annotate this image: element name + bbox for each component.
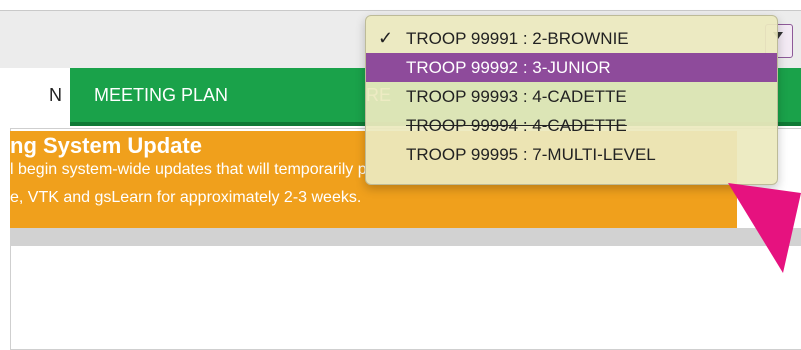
troop-option-label: TROOP 99992 : 3-JUNIOR: [406, 58, 611, 77]
tab-meeting-plan-label: MEETING PLAN: [94, 84, 229, 105]
troop-option-99995[interactable]: TROOP 99995 : 7-MULTI-LEVEL: [366, 140, 777, 169]
banner-line-2: e, VTK and gsLearn for approximately 2-3…: [10, 189, 362, 206]
banner-line-1-tail: ll temporarily p: [262, 161, 367, 178]
troop-option-99992[interactable]: TROOP 99992 : 3-JUNIOR: [366, 53, 777, 82]
troop-option-label: TROOP 99994 : 4-CADETTE: [406, 116, 627, 135]
banner-shadow: [10, 228, 801, 246]
troop-option-label: TROOP 99995 : 7-MULTI-LEVEL: [406, 145, 656, 164]
pointer-arrow-icon: [728, 183, 801, 273]
banner-line-1-text: l begin system-wide updates that wi: [10, 161, 263, 178]
troop-option-99993[interactable]: TROOP 99993 : 4-CADETTE: [366, 82, 777, 111]
troop-dropdown-menu: ✓ TROOP 99991 : 2-BROWNIE TROOP 99992 : …: [365, 15, 778, 185]
tab-meeting-plan[interactable]: MEETING PLAN: [70, 68, 358, 122]
tab-overview-label: N: [49, 84, 62, 105]
troop-option-label: TROOP 99993 : 4-CADETTE: [406, 87, 627, 106]
troop-option-99991[interactable]: ✓ TROOP 99991 : 2-BROWNIE: [366, 24, 777, 53]
troop-option-label: TROOP 99991 : 2-BROWNIE: [406, 29, 629, 48]
tab-overview[interactable]: N: [0, 68, 70, 122]
check-icon: ✓: [378, 28, 394, 48]
troop-option-99994[interactable]: TROOP 99994 : 4-CADETTE: [366, 111, 777, 140]
